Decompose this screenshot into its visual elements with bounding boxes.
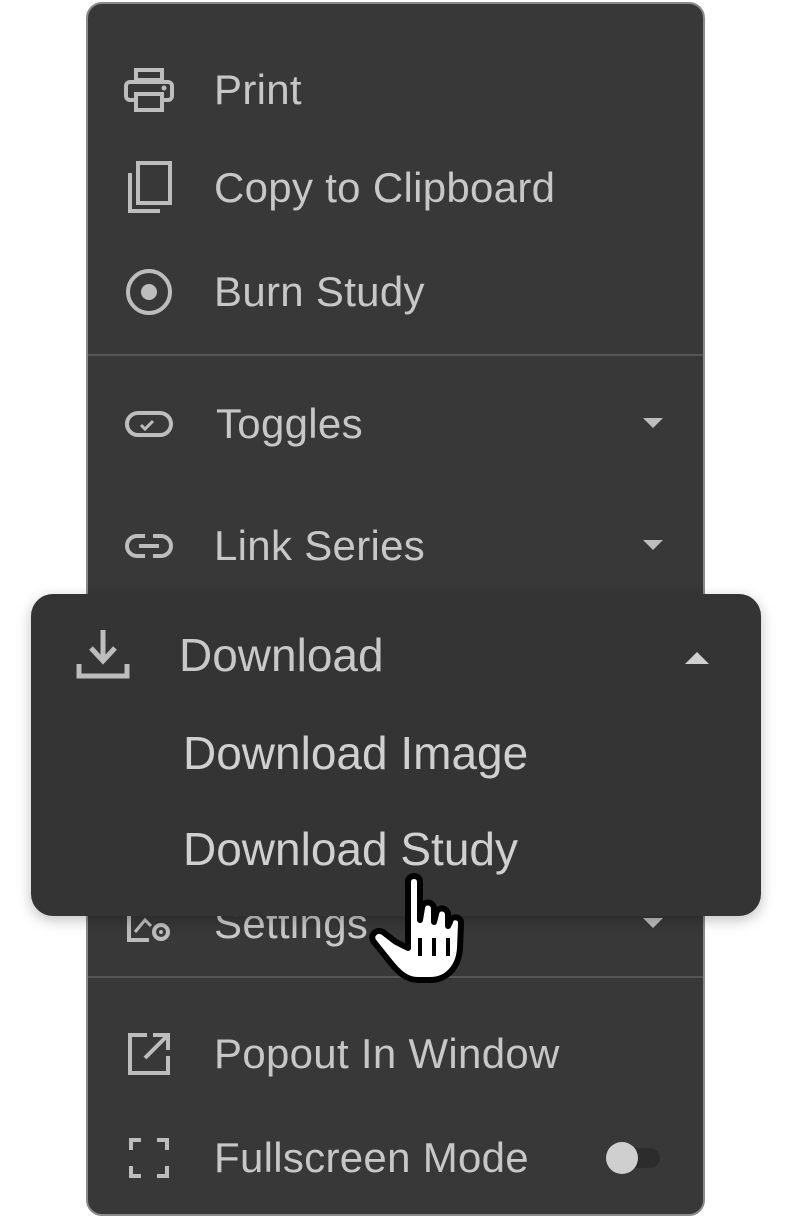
menu-item-copy-to-clipboard[interactable]: Copy to Clipboard [88,158,703,218]
printer-icon [124,65,174,115]
menu-item-popout-in-window[interactable]: Popout In Window [88,1024,703,1084]
menu-item-link-series[interactable]: Link Series [88,516,703,576]
copy-icon [124,161,174,213]
menu-item-burn-study[interactable]: Burn Study [88,262,703,322]
menu-item-label: Print [214,66,302,113]
menu-item-label: Fullscreen Mode [214,1134,529,1181]
hand-cursor-icon [368,868,468,988]
disc-icon [124,267,174,317]
fullscreen-icon [124,1133,174,1183]
chevron-down-icon [642,417,664,431]
popout-icon [124,1029,174,1079]
menu-item-label: Popout In Window [214,1030,560,1077]
menu-item-label: Link Series [214,522,426,569]
toggle-icon [124,399,174,449]
menu-item-label: Burn Study [214,268,425,315]
chevron-up-icon [685,652,709,666]
menu-item-toggles[interactable]: Toggles [88,394,703,454]
download-image-option[interactable]: Download Image [183,726,528,780]
menu-item-label: Copy to Clipboard [214,164,556,211]
download-submenu-title[interactable]: Download [179,628,384,682]
toggle-knob [606,1142,638,1174]
link-icon [124,521,174,571]
menu-item-fullscreen-mode[interactable]: Fullscreen Mode [88,1128,703,1188]
download-icon [75,628,131,680]
menu-item-print[interactable]: Print [88,60,703,120]
fullscreen-toggle[interactable] [606,1142,660,1174]
chevron-down-icon [642,539,664,553]
menu-divider [88,354,703,356]
menu-item-label: Toggles [216,400,363,447]
chevron-down-icon [642,917,664,931]
